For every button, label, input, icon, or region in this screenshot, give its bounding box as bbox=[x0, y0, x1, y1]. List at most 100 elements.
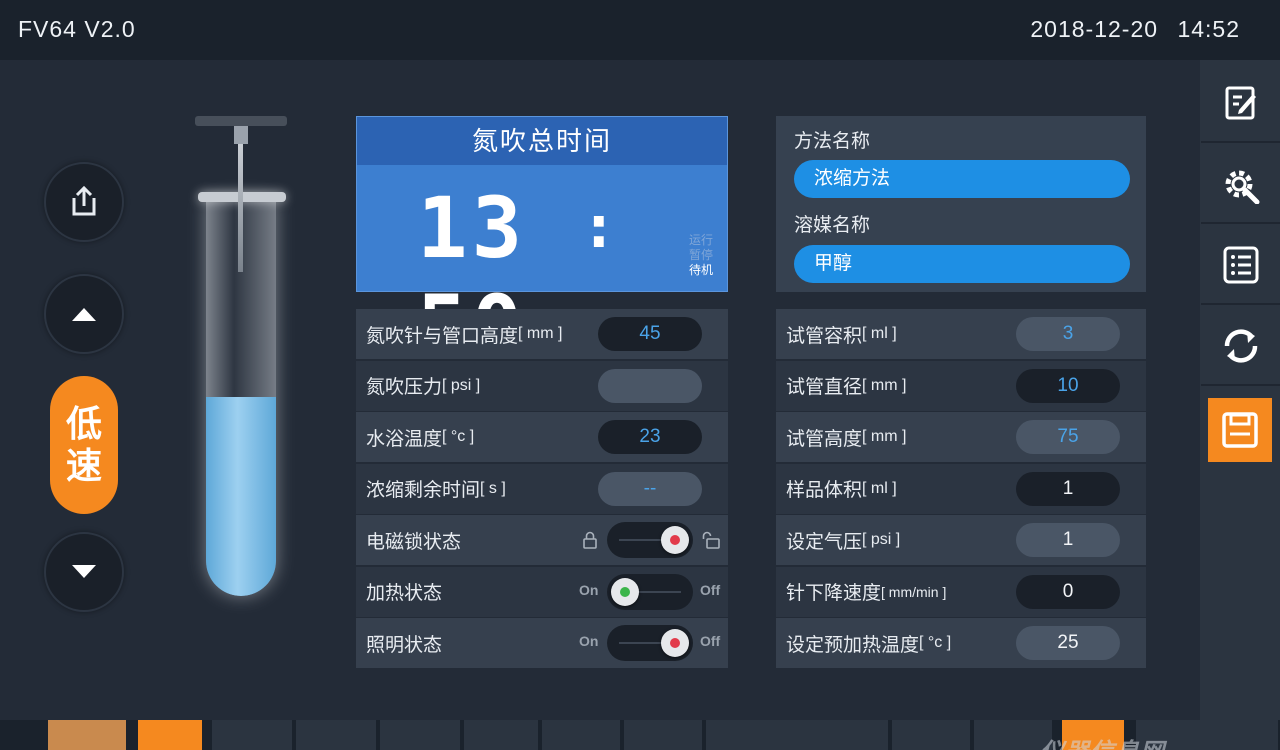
on-label: On bbox=[579, 633, 599, 649]
on-label: On bbox=[579, 581, 599, 598]
param-unit: [ °c ] bbox=[919, 634, 952, 651]
refresh-button[interactable] bbox=[1201, 307, 1280, 386]
edit-button[interactable] bbox=[1201, 64, 1280, 143]
lock-toggle[interactable] bbox=[607, 522, 693, 558]
param-unit: [ mm ] bbox=[518, 325, 563, 342]
timer-status-item: 暂停 bbox=[688, 248, 713, 262]
param-unit: [ mm/min ] bbox=[881, 583, 947, 600]
param-label: 照明状态 bbox=[366, 634, 443, 656]
timer-panel: 氮吹总时间 13 : 50 运行暂停待机 bbox=[356, 116, 728, 375]
param-label: 浓缩剩余时间 bbox=[366, 480, 481, 501]
toggle-dot bbox=[670, 638, 680, 648]
param-row: 设定气压[ psi ] 1 bbox=[776, 515, 1146, 565]
off-label: Off bbox=[700, 633, 721, 649]
method-panel: 方法名称 浓缩方法 溶媒名称 甲醇 bbox=[776, 116, 1146, 292]
heating-toggle[interactable] bbox=[607, 573, 693, 610]
param-unit: [ mm ] bbox=[862, 428, 907, 445]
settings-button[interactable] bbox=[1201, 145, 1280, 224]
solvent-field[interactable]: 甲醇 bbox=[794, 245, 1130, 283]
date-text: 2018-12-20 bbox=[1030, 16, 1159, 42]
param-unit: [ °c ] bbox=[442, 428, 475, 445]
toggle-dot bbox=[620, 586, 630, 597]
save-icon bbox=[1222, 412, 1258, 448]
off-label: Off bbox=[700, 581, 721, 598]
param-label: 氮吹压力 bbox=[366, 377, 443, 398]
list-icon bbox=[1223, 246, 1258, 283]
tube-liquid bbox=[206, 397, 276, 596]
preheat-temp-field[interactable]: 25 bbox=[1016, 626, 1120, 660]
toggle-knob bbox=[611, 577, 639, 606]
top-bar: FV64 V2.0 2018-12-20 14:52 bbox=[0, 0, 1280, 60]
bottom-tab[interactable] bbox=[624, 720, 704, 750]
method-label: 方法名称 bbox=[794, 131, 871, 152]
up-button[interactable] bbox=[44, 274, 124, 354]
speed-label-2: 速 bbox=[65, 445, 102, 486]
lock-icon bbox=[583, 531, 597, 549]
param-row: 浓缩剩余时间[ s ] -- bbox=[356, 463, 728, 514]
bottom-tab[interactable] bbox=[296, 720, 378, 750]
heating-row: 加热状态 On Off bbox=[356, 566, 728, 617]
param-label: 设定气压 bbox=[786, 531, 863, 553]
export-icon bbox=[72, 185, 96, 216]
toggle-knob bbox=[661, 526, 689, 554]
edit-icon bbox=[1225, 86, 1256, 119]
timer-status-item: 待机 bbox=[688, 263, 713, 277]
watermark: 仪器信息网 bbox=[1040, 732, 1165, 750]
pressure-field[interactable] bbox=[598, 368, 702, 403]
timer-separator: : bbox=[580, 192, 621, 262]
needle-height-field[interactable]: 45 bbox=[598, 317, 702, 351]
param-label: 电磁锁状态 bbox=[366, 531, 462, 553]
lighting-toggle[interactable] bbox=[607, 625, 693, 661]
right-param-table: 试管容积[ ml ] 3 试管直径[ mm ] 10 试管高度[ mm ] 75… bbox=[776, 309, 1146, 670]
timer-status-item: 运行 bbox=[688, 233, 713, 247]
param-row: 试管高度[ mm ] 75 bbox=[776, 412, 1146, 462]
datetime: 2018-12-20 14:52 bbox=[1030, 16, 1240, 43]
param-unit: [ mm ] bbox=[862, 376, 907, 394]
speed-label-1: 低 bbox=[65, 403, 102, 444]
remaining-time-field[interactable]: -- bbox=[598, 471, 702, 506]
bottom-tab[interactable] bbox=[138, 720, 204, 750]
save-button[interactable] bbox=[1208, 398, 1272, 462]
solvent-label: 溶媒名称 bbox=[794, 215, 871, 236]
param-label: 氮吹针与管口高度 bbox=[366, 325, 519, 347]
bottom-tab[interactable] bbox=[48, 720, 128, 750]
bath-temp-field[interactable]: 23 bbox=[598, 420, 702, 454]
needle bbox=[238, 144, 243, 272]
set-pressure-field[interactable]: 1 bbox=[1016, 523, 1120, 557]
settings-icon bbox=[1225, 170, 1259, 204]
bottom-tab[interactable] bbox=[464, 720, 540, 750]
tube-diameter-field[interactable]: 10 bbox=[1016, 368, 1120, 403]
needle-speed-field[interactable]: 0 bbox=[1016, 574, 1120, 609]
toggle-dot bbox=[670, 535, 680, 545]
needle-holder bbox=[195, 116, 287, 126]
speed-button[interactable]: 低 速 bbox=[50, 376, 118, 514]
param-row: 氮吹针与管口高度[ mm ] 45 bbox=[356, 309, 728, 359]
param-unit: [ ml ] bbox=[862, 325, 897, 342]
param-row: 试管容积[ ml ] 3 bbox=[776, 309, 1146, 359]
needle-head bbox=[234, 126, 248, 144]
bottom-tab[interactable] bbox=[212, 720, 294, 750]
param-row: 样品体积[ ml ] 1 bbox=[776, 463, 1146, 514]
down-button[interactable] bbox=[44, 532, 124, 612]
bottom-tab[interactable] bbox=[380, 720, 462, 750]
bottom-tab[interactable] bbox=[706, 720, 890, 750]
tube-volume-field[interactable]: 3 bbox=[1016, 317, 1120, 351]
list-button[interactable] bbox=[1201, 226, 1280, 305]
toggle-knob bbox=[661, 629, 689, 657]
param-row: 水浴温度[ °c ] 23 bbox=[356, 412, 728, 462]
tube-height-field[interactable]: 75 bbox=[1016, 420, 1120, 454]
lock-row: 电磁锁状态 bbox=[356, 515, 728, 565]
param-label: 水浴温度 bbox=[366, 428, 443, 450]
bottom-tab[interactable] bbox=[892, 720, 972, 750]
bottom-tab[interactable] bbox=[542, 720, 622, 750]
method-field[interactable]: 浓缩方法 bbox=[794, 160, 1130, 198]
app-title: FV64 V2.0 bbox=[18, 16, 136, 42]
export-button[interactable] bbox=[44, 162, 124, 242]
param-row: 试管直径[ mm ] 10 bbox=[776, 360, 1146, 411]
param-unit: [ ml ] bbox=[862, 479, 897, 497]
timer-status: 运行 暂停 待机 bbox=[689, 233, 713, 278]
sample-volume-field[interactable]: 1 bbox=[1016, 471, 1120, 506]
param-label: 样品体积 bbox=[786, 480, 863, 501]
arrow-down-icon bbox=[72, 565, 96, 578]
timer-minutes: 13 bbox=[417, 179, 527, 277]
